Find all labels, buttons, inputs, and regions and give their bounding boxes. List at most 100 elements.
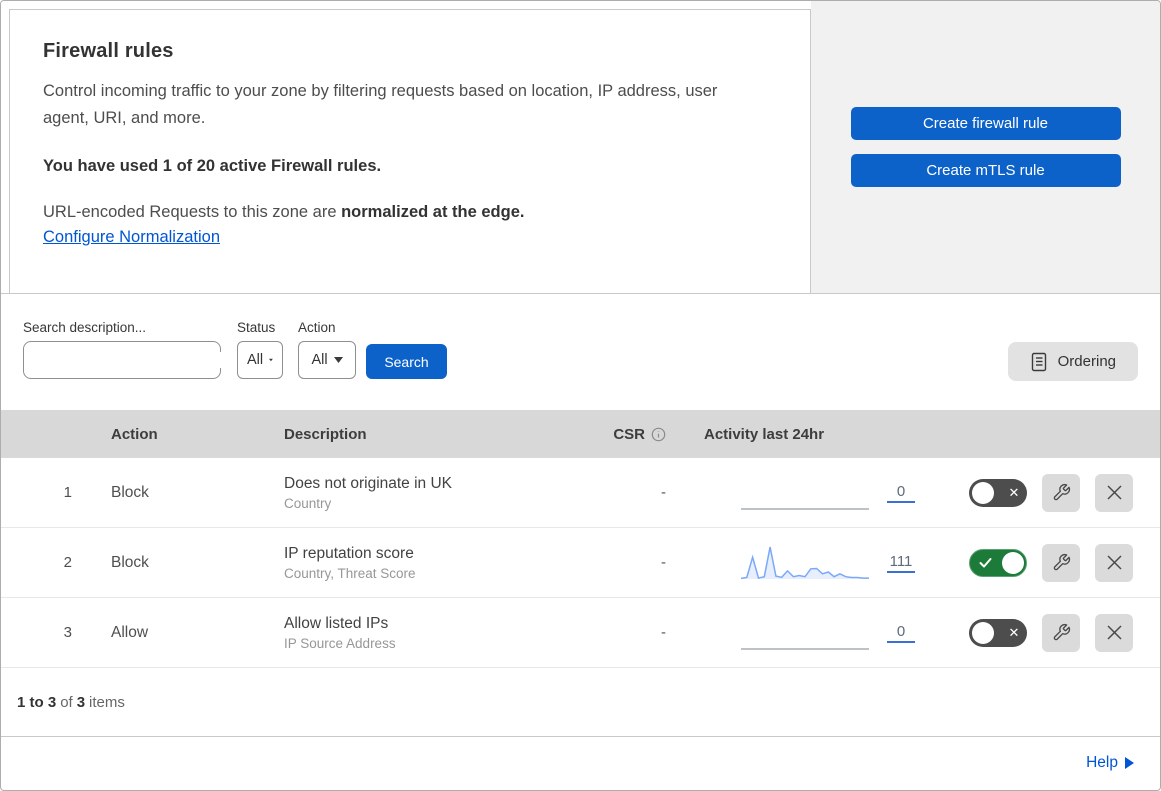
ordering-button-label: Ordering [1057,353,1116,370]
csr-column-label: CSR [613,425,645,443]
page-title: Firewall rules [43,40,174,62]
action-select[interactable]: All [298,341,356,379]
rule-action: Block [111,483,149,501]
wrench-icon [1053,483,1070,501]
search-label: Search description... [23,320,147,335]
delete-rule-button[interactable] [1095,613,1133,652]
info-icon[interactable] [651,427,666,442]
description-column-header: Description [284,425,367,443]
items-text: items [89,693,125,711]
rule-criteria: Country, Threat Score [284,565,416,581]
ordering-button[interactable]: Ordering [1007,342,1138,381]
status-select[interactable]: All [237,341,283,379]
close-icon [1106,485,1122,500]
activity-count-link[interactable]: 0 [887,623,915,643]
csr-column-header: CSR [604,426,690,443]
search-field-group: Search description... [23,320,223,379]
search-box[interactable] [23,341,223,379]
total-text: 3 [76,693,86,711]
rule-activity-cell: 0 [690,475,951,511]
rule-description-cell: IP reputation score Country, Threat Scor… [284,545,604,581]
filter-bar: Search description... Status All Action … [1,294,1160,410]
close-icon [1106,625,1122,640]
toggle-knob [1002,551,1024,574]
status-select-value: All [247,352,264,368]
rule-csr-value: - [661,484,666,501]
caret-right-icon [1125,756,1134,769]
action-field-group: Action All [298,320,356,379]
table-row: 3 Allow Allow listed IPs IP Source Addre… [1,598,1160,668]
usage-summary: You have used 1 of 20 active Firewall ru… [43,157,382,176]
status-field-group: Status All [237,320,283,379]
range-text: 1 to 3 [17,693,57,711]
rule-csr-value: - [661,554,666,571]
rule-action: Allow [111,623,149,641]
rule-enabled-toggle[interactable] [969,548,1027,577]
wrench-icon [1053,553,1070,571]
rule-priority: 1 [63,484,72,501]
chevron-down-icon [333,357,343,363]
rule-criteria: IP Source Address [284,635,396,651]
rule-description: IP reputation score [284,544,414,562]
rule-description-cell: Does not originate in UK Country [284,475,604,511]
edit-rule-button[interactable] [1042,543,1080,582]
configure-normalization-link[interactable]: Configure Normalization [43,228,220,247]
of-text: of [60,693,73,711]
header-left: Firewall rules Control incoming traffic … [1,1,811,293]
wrench-icon [1053,623,1070,641]
toggle-state-icon: ✕ [1008,484,1020,500]
search-input[interactable] [42,352,223,368]
activity-count-link[interactable]: 111 [887,553,915,573]
rule-controls: ✕ [951,613,1160,652]
action-label: Action [298,320,336,335]
toggle-knob [972,481,994,504]
rule-priority: 2 [63,554,72,571]
rule-enabled-toggle[interactable]: ✕ [969,618,1027,647]
pagination-summary: 1 to 3 of 3 items [1,668,1160,737]
toggle-state-icon: ✕ [1008,624,1020,640]
table-header: Action Description CSR Activity last 24h… [1,410,1160,458]
firewall-rules-page: Firewall rules Control incoming traffic … [0,0,1161,791]
rule-description: Allow listed IPs [284,614,389,632]
normalization-note: URL-encoded Requests to this zone are no… [43,203,770,222]
help-bar: Help [1,737,1160,788]
activity-count-link[interactable]: 0 [887,483,915,503]
table-row: 2 Block IP reputation score Country, Thr… [1,528,1160,598]
chevron-down-icon [269,358,273,362]
rule-action: Block [111,553,149,571]
rule-priority: 3 [63,624,72,641]
activity-sparkline [741,507,869,510]
firewall-rules-card: Firewall rules Control incoming traffic … [9,9,811,293]
normalization-bold: normalized at the edge. [341,203,525,222]
rule-enabled-toggle[interactable]: ✕ [969,478,1027,507]
rule-controls: ✕ [951,473,1160,512]
status-label: Status [237,320,276,335]
search-button[interactable]: Search [366,344,447,379]
ordering-list-icon [1031,352,1046,371]
activity-column-header: Activity last 24hr [704,425,825,443]
rule-description: Does not originate in UK [284,474,453,492]
delete-rule-button[interactable] [1095,473,1133,512]
rule-activity-cell: 111 [690,545,951,581]
delete-rule-button[interactable] [1095,543,1133,582]
rule-criteria: Country [284,495,332,511]
rule-csr-value: - [661,624,666,641]
activity-sparkline [741,546,869,579]
close-icon [1106,555,1122,570]
table-row: 1 Block Does not originate in UK Country… [1,458,1160,528]
edit-rule-button[interactable] [1042,613,1080,652]
action-column-header: Action [111,425,158,443]
normalization-prefix: URL-encoded Requests to this zone are [43,203,342,222]
create-firewall-rule-button[interactable]: Create firewall rule [850,107,1121,140]
help-link-label: Help [1086,753,1118,771]
toggle-knob [972,621,994,644]
activity-sparkline [741,647,869,650]
check-icon [979,557,991,567]
page-description: Control incoming traffic to your zone by… [43,82,718,127]
header-section: Firewall rules Control incoming traffic … [1,1,1160,294]
help-link[interactable]: Help [1086,754,1134,772]
edit-rule-button[interactable] [1042,473,1080,512]
header-actions-panel: Create firewall rule Create mTLS rule [811,1,1160,293]
create-mtls-rule-button[interactable]: Create mTLS rule [850,154,1121,187]
rule-description-cell: Allow listed IPs IP Source Address [284,615,604,651]
